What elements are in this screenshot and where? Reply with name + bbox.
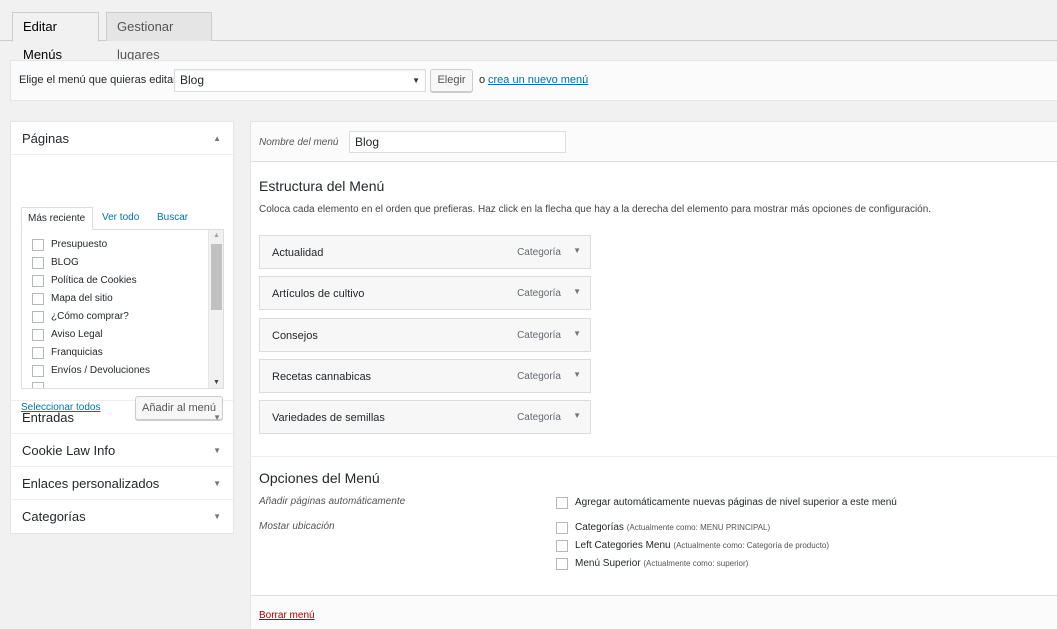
checkbox[interactable]: [556, 497, 568, 509]
scrollbar-thumb[interactable]: [211, 244, 222, 310]
accordion-pages-header[interactable]: Páginas ▲: [11, 122, 233, 155]
accordion-section-title: Categorías: [22, 509, 86, 524]
menu-select[interactable]: Blog ▼: [174, 69, 426, 92]
triangle-down-icon[interactable]: ▼: [573, 287, 581, 296]
menu-item[interactable]: Consejos Categoría ▼: [259, 318, 591, 352]
subtab-search[interactable]: Buscar: [157, 207, 188, 230]
location-option[interactable]: Categorías (Actualmente como: MENU PRINC…: [556, 521, 770, 536]
subtab-view-all[interactable]: Ver todo: [102, 207, 139, 230]
accordion-posts-header[interactable]: Entradas ▼: [11, 401, 233, 434]
accordion-section-title: Enlaces personalizados: [22, 476, 160, 491]
accordion-pages-title: Páginas: [22, 131, 69, 146]
tab-edit-menus[interactable]: Editar Menús: [12, 12, 99, 62]
checkbox[interactable]: [556, 522, 568, 534]
accordion-pages-body: Más reciente Ver todo Buscar Presupuesto…: [11, 155, 233, 420]
chevron-down-icon: ▼: [412, 76, 420, 85]
checkbox[interactable]: [556, 558, 568, 570]
create-new-menu-link[interactable]: crea un nuevo menú: [488, 74, 588, 86]
accordion-section-title: Cookie Law Info: [22, 443, 116, 458]
menu-options-title: Opciones del Menú: [259, 470, 380, 486]
triangle-down-icon[interactable]: ▼: [573, 370, 581, 379]
checkbox[interactable]: [32, 239, 44, 251]
checkbox[interactable]: [32, 293, 44, 305]
menu-item-type: Categoría: [517, 371, 561, 382]
scroll-up-icon[interactable]: ▲: [213, 232, 220, 239]
accordion-custom-links-header[interactable]: Enlaces personalizados ▼: [11, 467, 233, 500]
menu-item-type: Categoría: [517, 330, 561, 341]
menu-item-type: Categoría: [517, 412, 561, 423]
accordion-section-title: Entradas: [22, 410, 75, 425]
list-item[interactable]: Presupuesto: [32, 238, 107, 252]
list-item[interactable]: Política de Cookies: [32, 274, 137, 288]
nav-tabs: Editar Menús Gestionar lugares: [0, 0, 1057, 62]
menu-item-title: Actualidad: [272, 247, 324, 259]
menu-item-type: Categoría: [517, 247, 561, 258]
menu-structure-instructions: Coloca cada elemento en el orden que pre…: [259, 204, 932, 215]
triangle-down-icon: ▼: [213, 413, 221, 422]
menu-item[interactable]: Actualidad Categoría ▼: [259, 235, 591, 269]
menu-editor-footer: Borrar menú: [251, 595, 1057, 629]
auto-add-option[interactable]: Agregar automáticamente nuevas páginas d…: [556, 496, 897, 511]
display-location-label: Mostar ubicación: [259, 521, 335, 532]
menu-item-type: Categoría: [517, 288, 561, 299]
menu-item-title: Artículos de cultivo: [272, 288, 365, 300]
checkbox[interactable]: [32, 365, 44, 377]
checkbox[interactable]: [32, 275, 44, 287]
checkbox[interactable]: [556, 540, 568, 552]
tab-manage-locations[interactable]: Gestionar lugares: [106, 12, 212, 62]
accordion-cookie-law-header[interactable]: Cookie Law Info ▼: [11, 434, 233, 467]
menu-item[interactable]: Recetas cannabicas Categoría ▼: [259, 359, 591, 393]
checkbox[interactable]: [32, 347, 44, 359]
list-item[interactable]: BLOG: [32, 256, 79, 270]
period-text: .: [582, 74, 586, 86]
menu-item[interactable]: Artículos de cultivo Categoría ▼: [259, 276, 591, 310]
checkbox[interactable]: [32, 329, 44, 341]
pages-checklist: Presupuesto BLOG Política de Cookies Map…: [21, 229, 224, 389]
menu-name-label: Nombre del menú: [259, 137, 339, 148]
triangle-up-icon: ▲: [213, 134, 221, 143]
or-text: o: [479, 74, 486, 86]
list-item[interactable]: ¿Cómo comprar?: [32, 310, 129, 324]
menu-item[interactable]: Variedades de semillas Categoría ▼: [259, 400, 591, 434]
triangle-down-icon: ▼: [213, 446, 221, 455]
menu-editor-panel: Nombre del menú Blog Estructura del Menú…: [250, 121, 1057, 629]
menu-item-title: Consejos: [272, 330, 318, 342]
triangle-down-icon: ▼: [213, 479, 221, 488]
divider: [251, 456, 1057, 457]
add-menu-items-accordion: Páginas ▲ Más reciente Ver todo Buscar P…: [10, 121, 234, 534]
triangle-down-icon[interactable]: ▼: [573, 329, 581, 338]
list-item[interactable]: Mapa del sitio: [32, 292, 113, 306]
list-item[interactable]: Envíos / Devoluciones: [32, 364, 150, 378]
checkbox[interactable]: [32, 311, 44, 323]
subtab-most-recent[interactable]: Más reciente: [21, 207, 93, 230]
menu-name-input[interactable]: Blog: [349, 131, 566, 153]
checkbox[interactable]: [32, 382, 44, 388]
menu-structure-title: Estructura del Menú: [259, 178, 385, 194]
scroll-down-icon[interactable]: ▼: [213, 379, 220, 386]
triangle-down-icon[interactable]: ▼: [573, 246, 581, 255]
menu-item-title: Variedades de semillas: [272, 412, 385, 424]
choose-menu-button[interactable]: Elegir: [430, 69, 473, 92]
auto-add-label: Añadir páginas automáticamente: [259, 496, 406, 507]
accordion-categories-header[interactable]: Categorías ▼: [11, 500, 233, 533]
checkbox[interactable]: [32, 257, 44, 269]
list-item[interactable]: Aviso Legal: [32, 328, 103, 342]
triangle-down-icon[interactable]: ▼: [573, 411, 581, 420]
triangle-down-icon: ▼: [213, 512, 221, 521]
menu-select-value: Blog: [180, 73, 205, 87]
select-menu-label: Elige el menú que quieras editar:: [19, 74, 180, 86]
pages-scrollbar[interactable]: ▲ ▼: [208, 230, 223, 388]
location-option[interactable]: Menú Superior (Actualmente como: superio…: [556, 557, 748, 572]
menu-item-title: Recetas cannabicas: [272, 371, 372, 383]
manage-menus-bar: Elige el menú que quieras editar: Blog ▼…: [10, 60, 1057, 101]
location-option[interactable]: Left Categories Menu (Actualmente como: …: [556, 539, 829, 554]
pages-subtabs: Más reciente Ver todo Buscar: [21, 207, 224, 230]
list-item-partial[interactable]: [32, 382, 51, 388]
menu-name-header: Nombre del menú Blog: [251, 122, 1057, 162]
list-item[interactable]: Franquicias: [32, 346, 103, 360]
delete-menu-link[interactable]: Borrar menú: [259, 610, 315, 621]
